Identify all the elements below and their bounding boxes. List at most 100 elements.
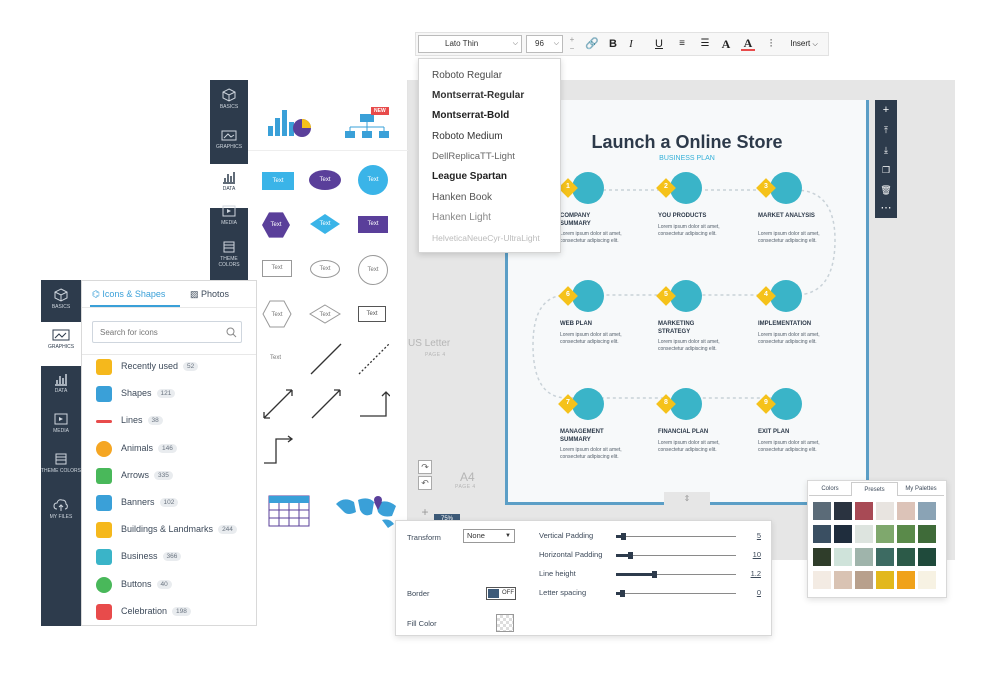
sidebar-tab-theme-colors[interactable]: THEME COLORS [210, 234, 248, 278]
tab-icons-shapes[interactable]: ⌬ Icons & Shapes [92, 289, 165, 300]
sidebar-tab-basics[interactable]: BASICS [210, 82, 248, 126]
color-swatch[interactable] [813, 525, 831, 543]
color-swatch[interactable] [813, 548, 831, 566]
slider-track[interactable] [616, 552, 736, 559]
color-swatch[interactable] [834, 502, 852, 520]
text-diamond-shape[interactable]: Text [310, 214, 340, 234]
font-option[interactable]: League Spartan [432, 171, 507, 182]
page-resize-handle[interactable]: ⇕ [664, 492, 710, 506]
font-size-select[interactable]: 96 ⌵ [526, 35, 563, 53]
size-stepper-icon[interactable]: + − [566, 35, 578, 53]
category-item[interactable]: Lines 38 [92, 411, 242, 431]
color-swatch[interactable] [897, 571, 915, 589]
search-icon[interactable] [226, 327, 237, 338]
transform-select[interactable]: None ▼ [463, 529, 515, 543]
slider-value[interactable]: 0 [741, 588, 761, 597]
palette-tab-presets[interactable]: Presets [851, 482, 898, 496]
color-swatch[interactable] [813, 502, 831, 520]
font-option[interactable]: Roboto Regular [432, 70, 502, 81]
category-item[interactable]: Arrows 335 [92, 466, 242, 486]
sidebar-tab-media[interactable]: MEDIA [41, 406, 81, 450]
slider-value[interactable]: 1.2 [741, 569, 761, 578]
font-option[interactable]: Montserrat-Bold [432, 110, 509, 121]
font-option[interactable]: Hanken Light [432, 212, 491, 223]
text-outline-circle[interactable]: Text [358, 255, 388, 285]
move-down-icon[interactable]: ⤓ [875, 140, 897, 160]
align-icon[interactable]: ≡ [675, 35, 689, 53]
slider-track[interactable] [616, 571, 736, 578]
font-option[interactable]: DellReplicaTT-Light [432, 151, 515, 162]
category-item[interactable]: Buildings & Landmarks 244 [92, 520, 242, 540]
text-outline-rect[interactable]: Text [262, 260, 292, 277]
table-thumbnail[interactable] [268, 492, 310, 528]
category-item[interactable]: Shapes 121 [92, 384, 242, 404]
elbow-arrow-shape[interactable] [358, 388, 390, 420]
more-icon[interactable]: ⋯ [875, 198, 897, 218]
spacing-icon[interactable]: ⫶ [763, 35, 779, 53]
line-shape[interactable] [310, 343, 342, 375]
double-arrow-shape[interactable] [262, 388, 294, 420]
color-swatch[interactable] [855, 502, 873, 520]
color-swatch[interactable] [918, 502, 936, 520]
outline-diamond-shape[interactable]: Text [309, 304, 341, 324]
icon-search-input[interactable] [92, 321, 242, 343]
color-swatch[interactable] [876, 548, 894, 566]
category-item[interactable]: Animals 146 [92, 439, 242, 459]
underline-button[interactable]: U [652, 35, 666, 53]
plain-text-shape[interactable]: Text [270, 355, 281, 361]
sidebar-tab-graphics[interactable]: GRAPHICS [41, 322, 81, 366]
slider-value[interactable]: 10 [741, 550, 761, 559]
text-hexagon-shape[interactable]: Text [262, 212, 290, 238]
dashed-line-shape[interactable] [358, 343, 390, 375]
color-swatch[interactable] [855, 571, 873, 589]
undo-icon[interactable]: ↶ [418, 476, 432, 490]
color-swatch[interactable] [855, 525, 873, 543]
font-option[interactable]: HelveticaNeueCyr-UltraLight [432, 233, 540, 243]
category-item[interactable]: Recently used 52 [92, 357, 242, 377]
text-purple-rect-shape[interactable]: Text [358, 216, 388, 233]
palette-tab-my-palettes[interactable]: My Palettes [898, 482, 944, 496]
slider-thumb[interactable] [620, 590, 625, 597]
category-item[interactable]: Celebration 198 [92, 602, 242, 622]
text-rect-shape[interactable]: Text [262, 172, 294, 190]
font-option[interactable]: Hanken Book [432, 192, 492, 203]
color-swatch[interactable] [813, 571, 831, 589]
color-swatch[interactable] [918, 548, 936, 566]
slider-thumb[interactable] [652, 571, 657, 578]
font-option[interactable]: Montserrat-Regular [432, 90, 524, 101]
color-swatch[interactable] [918, 525, 936, 543]
color-swatch[interactable] [834, 548, 852, 566]
slider-track[interactable] [616, 590, 736, 597]
link-icon[interactable]: 🔗 [584, 35, 600, 53]
add-page-icon[interactable]: + [875, 100, 897, 120]
highlight-color-button[interactable]: A [741, 35, 755, 51]
color-swatch[interactable] [876, 571, 894, 589]
category-item[interactable]: Banners 102 [92, 493, 242, 513]
sidebar-tab-theme-colors[interactable]: THEME COLORS [41, 446, 81, 490]
color-swatch[interactable] [897, 502, 915, 520]
border-toggle[interactable]: OFF [486, 587, 516, 600]
text-dark-outline-rect[interactable]: Text [358, 306, 386, 322]
sidebar-tab-graphics[interactable]: GRAPHICS [210, 122, 248, 166]
color-swatch[interactable] [876, 525, 894, 543]
duplicate-icon[interactable]: ❐ [875, 160, 897, 180]
text-ellipse-shape[interactable]: Text [309, 170, 341, 190]
color-swatch[interactable] [855, 548, 873, 566]
text-circle-shape[interactable]: Text [358, 165, 388, 195]
move-up-icon[interactable]: ⤒ [875, 120, 897, 140]
category-item[interactable]: Business 366 [92, 547, 242, 567]
bold-button[interactable]: B [606, 35, 620, 53]
sidebar-tab-basics[interactable]: BASICS [41, 282, 81, 326]
color-swatch[interactable] [876, 502, 894, 520]
font-option[interactable]: Roboto Medium [432, 131, 503, 142]
tab-photos[interactable]: ▨ Photos [190, 289, 229, 300]
color-swatch[interactable] [897, 548, 915, 566]
category-item[interactable]: Buttons 40 [92, 575, 242, 595]
italic-button[interactable]: I [624, 35, 638, 53]
text-outline-ellipse[interactable]: Text [310, 260, 340, 278]
arrow-line-shape[interactable] [310, 388, 342, 420]
outline-hexagon-shape[interactable]: Text [262, 300, 292, 328]
sidebar-tab-my-files[interactable]: MY FILES [41, 492, 81, 536]
world-map-thumbnail[interactable] [334, 492, 400, 532]
slider-value[interactable]: 5 [741, 531, 761, 540]
